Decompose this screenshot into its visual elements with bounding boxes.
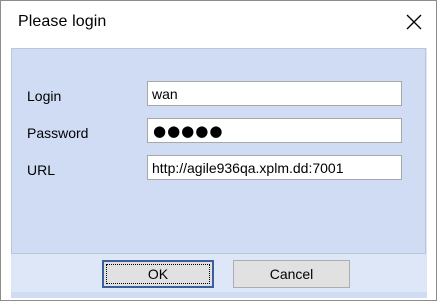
password-label: Password [27,125,89,141]
dialog-body: Login Password ●●●●● URL OK Cancel [11,48,427,298]
password-mask: ●●●●● [153,122,224,140]
url-label: URL [27,162,56,178]
close-button[interactable] [396,5,432,39]
ok-button-label: OK [147,266,169,282]
ok-button[interactable]: OK [102,260,214,288]
login-input[interactable] [147,81,402,106]
cancel-button[interactable]: Cancel [233,260,350,288]
dialog-title: Please login [18,13,107,30]
login-form-panel: Login Password ●●●●● URL [11,48,426,254]
login-dialog: Please login Login Password ●●●●● URL OK… [0,0,437,301]
login-label: Login [27,88,62,104]
cancel-button-label: Cancel [269,266,314,282]
close-icon [406,14,422,30]
url-input[interactable] [147,155,402,180]
password-input[interactable]: ●●●●● [147,118,402,143]
title-bar: Please login [1,1,436,45]
bottom-band [11,292,427,298]
